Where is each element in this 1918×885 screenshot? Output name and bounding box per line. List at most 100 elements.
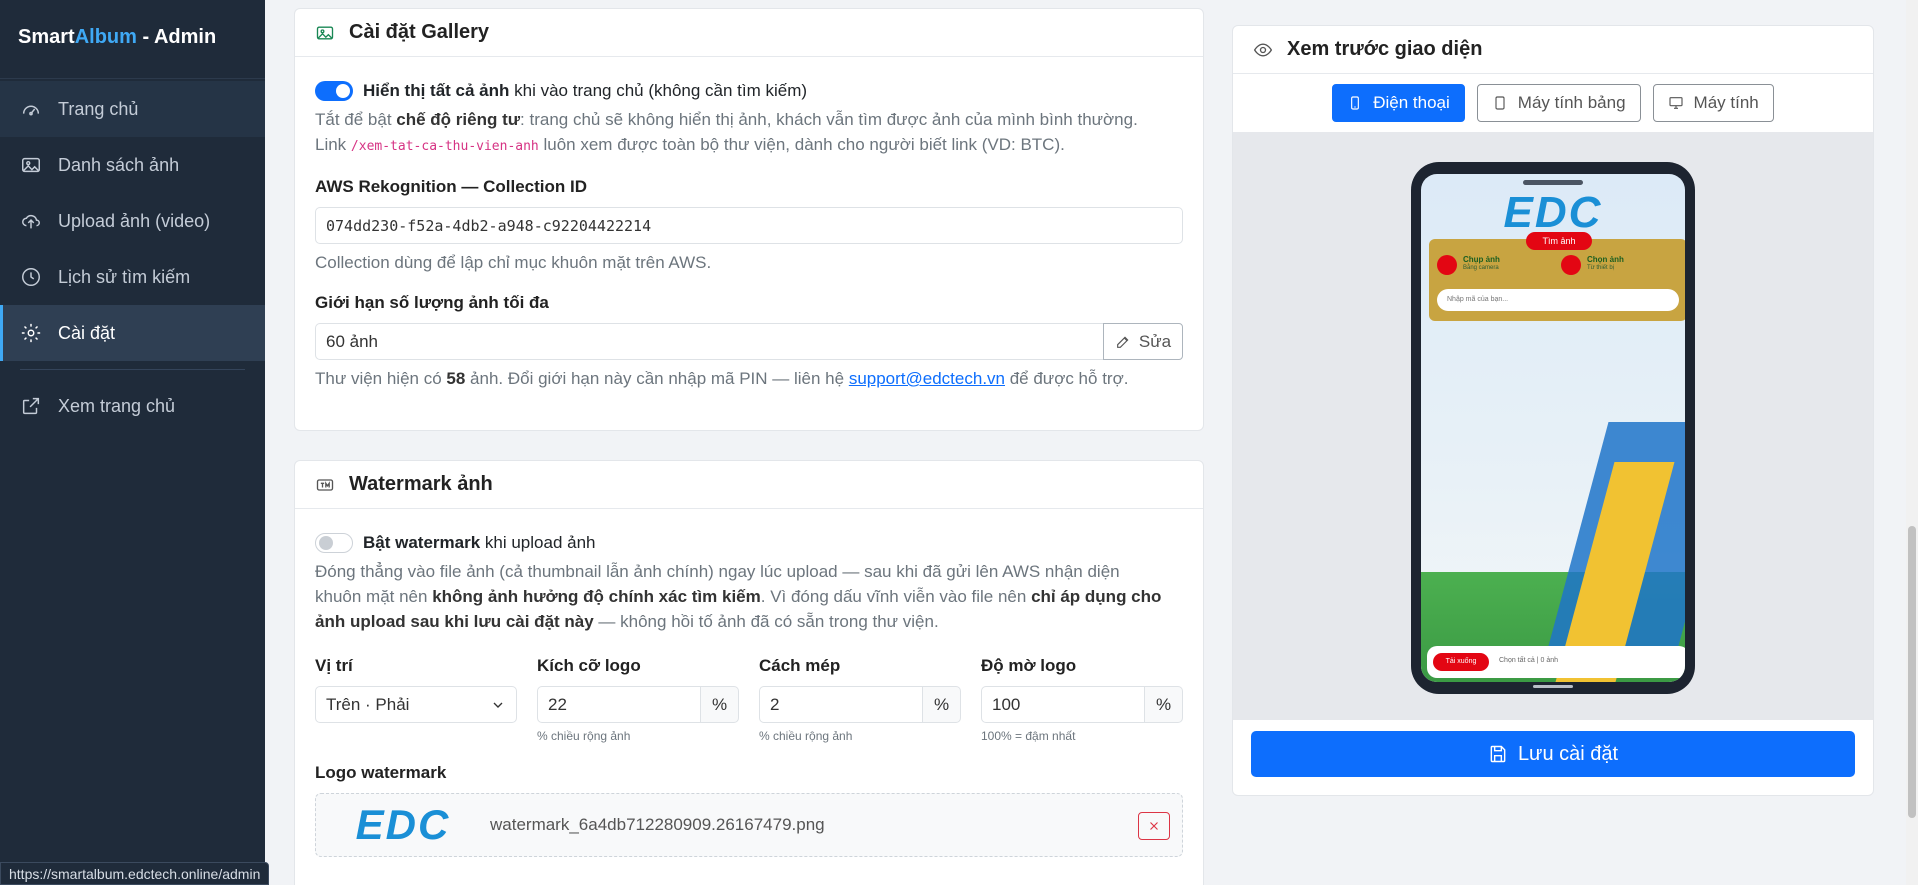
sidebar-nav: Trang chủ Danh sách ảnh Upload ảnh (vide…	[0, 79, 265, 434]
phone-screen: EDC Chụp ảnh Bằng camera Chọn ảnh Từ thi…	[1421, 174, 1685, 682]
phone-search-pill: Tìm ảnh	[1526, 232, 1592, 250]
sidebar-item-dashboard[interactable]: Trang chủ	[0, 81, 265, 137]
tab-label: Máy tính bảng	[1517, 93, 1626, 112]
aws-collection-value: 074dd230-f52a-4db2-a948-c92204422214	[326, 216, 652, 235]
margin-help: % chiều rộng ảnh	[759, 729, 853, 743]
eye-icon	[1253, 40, 1273, 60]
sidebar-item-view-home[interactable]: Xem trang chủ	[0, 378, 265, 434]
tab-tablet[interactable]: Máy tính bảng	[1476, 84, 1641, 122]
remove-logo-button[interactable]	[1138, 812, 1170, 840]
save-icon	[1490, 745, 1506, 763]
sidebar-item-label: Cài đặt	[58, 322, 116, 343]
size-input-group: 22 %	[537, 686, 739, 723]
photo-limit-input[interactable]: 60 ảnh	[315, 323, 1103, 360]
dashboard-icon	[20, 98, 42, 120]
position-field: Vị trí Trên · Phải	[315, 656, 517, 743]
opacity-field: Độ mờ logo 100 % 100% = đậm nhất	[981, 656, 1183, 743]
brand-text: Smart	[18, 26, 75, 48]
sidebar-item-label: Lịch sử tìm kiếm	[58, 266, 191, 287]
opacity-value: 100	[992, 694, 1021, 714]
preview-card: Xem trước giao diện Điện thoại Máy tính …	[1232, 25, 1874, 796]
sidebar-item-label: Upload ảnh (video)	[58, 210, 211, 231]
help-text: Đóng thẳng vào file ảnh (cả thumbnail lẫ…	[315, 562, 1120, 581]
external-link-icon	[20, 395, 42, 417]
help-bold: chỉ áp dụng cho	[1031, 587, 1162, 606]
opacity-input[interactable]: 100	[981, 686, 1145, 723]
sidebar-item-settings[interactable]: Cài đặt	[0, 305, 265, 361]
watermark-settings-card: Watermark ảnh Bật watermark khi upload ả…	[294, 460, 1204, 885]
tab-desktop[interactable]: Máy tính	[1652, 84, 1774, 122]
image-icon	[20, 154, 42, 176]
page-scrollbar[interactable]	[1906, 0, 1918, 885]
card-title: Cài đặt Gallery	[349, 21, 490, 43]
brand-logo[interactable]: SmartAlbum - Admin	[0, 0, 265, 79]
unit-label: %	[933, 694, 950, 714]
photo-count: 58	[446, 369, 466, 388]
aws-collection-label: AWS Rekognition — Collection ID	[315, 177, 587, 196]
gallery-settings-card: Cài đặt Gallery Hiển thị tất cả ảnh khi …	[294, 8, 1204, 431]
aws-collection-input[interactable]: 074dd230-f52a-4db2-a948-c92204422214	[315, 207, 1183, 244]
sidebar-item-photos[interactable]: Danh sách ảnh	[0, 137, 265, 193]
toggle-label-rest: khi vào trang chủ (không cần tìm kiếm)	[509, 81, 808, 100]
help-text: ảnh. Đổi giới hạn này cần nhập mã PIN — …	[465, 369, 849, 388]
privacy-help: Tắt để bật chế độ riêng tư: trang chủ sẽ…	[315, 107, 1183, 159]
card-title: Watermark ảnh	[349, 473, 493, 495]
position-value: Trên · Phải	[326, 694, 410, 714]
phone-notch	[1523, 180, 1583, 185]
help-text: — không hồi tố ảnh đã có sẵn trong thư v…	[593, 612, 939, 631]
phone-code-input: Nhập mã của bạn...	[1437, 289, 1679, 311]
help-bold: ảnh upload sau khi lưu cài đặt này	[315, 612, 594, 631]
watermark-options-row: Vị trí Trên · Phải Kích cỡ logo 22 % % c…	[315, 656, 1183, 743]
save-settings-label: Lưu cài đặt	[1517, 742, 1619, 765]
save-settings-button[interactable]: Lưu cài đặt	[1251, 731, 1855, 777]
tablet-icon	[1495, 96, 1505, 110]
device-tabs: Điện thoại Máy tính bảng Máy tính	[1233, 84, 1873, 122]
help-text: Tắt để bật	[315, 110, 397, 129]
phone-search-panel: Chụp ảnh Bằng camera Chọn ảnh Từ thiết b…	[1429, 239, 1685, 321]
opacity-unit: %	[1145, 686, 1183, 723]
photo-limit-label: Giới hạn số lượng ảnh tối đa	[315, 293, 549, 312]
position-label: Vị trí	[315, 656, 353, 675]
size-unit: %	[701, 686, 739, 723]
margin-input[interactable]: 2	[759, 686, 923, 723]
size-value: 22	[548, 694, 567, 714]
take-photo-title: Chụp ảnh	[1463, 255, 1500, 264]
camera-icon	[1437, 255, 1457, 275]
opacity-label: Độ mờ logo	[981, 656, 1077, 675]
size-help: % chiều rộng ảnh	[537, 729, 631, 743]
toggle-label-rest: khi upload ảnh	[480, 533, 596, 552]
size-input[interactable]: 22	[537, 686, 701, 723]
brand-suffix: - Admin	[136, 26, 217, 48]
phone-icon	[1351, 96, 1360, 110]
gear-icon	[20, 322, 42, 344]
sidebar-item-history[interactable]: Lịch sử tìm kiếm	[0, 249, 265, 305]
watermark-toggle-row: Bật watermark khi upload ảnh	[315, 533, 1183, 553]
position-select[interactable]: Trên · Phải	[315, 686, 517, 723]
edit-limit-button[interactable]: Sửa	[1103, 323, 1183, 360]
watermark-toggle[interactable]	[315, 533, 353, 553]
sidebar-item-upload[interactable]: Upload ảnh (video)	[0, 193, 265, 249]
margin-unit: %	[923, 686, 961, 723]
status-url: https://smartalbum.edctech.online/admin	[0, 862, 270, 885]
toggle-label-bold: Hiển thị tất cả ảnh	[363, 81, 510, 100]
toggle-label: Hiển thị tất cả ảnh khi vào trang chủ (k…	[363, 81, 807, 101]
show-all-toggle[interactable]	[315, 81, 353, 101]
aws-collection-help: Collection dùng để lập chỉ mục khuôn mặt…	[315, 253, 712, 272]
tab-phone[interactable]: Điện thoại	[1332, 84, 1465, 122]
all-photos-link-code: /xem-tat-ca-thu-vien-anh	[350, 139, 539, 154]
logo-watermark-box: EDC watermark_6a4db712280909.26167479.pn…	[315, 793, 1183, 857]
card-header: Watermark ảnh	[295, 461, 1203, 509]
margin-value: 2	[770, 694, 780, 714]
sidebar: SmartAlbum - Admin Trang chủ Danh sách ả…	[0, 0, 265, 885]
card-header: Cài đặt Gallery	[295, 9, 1203, 57]
support-email-link[interactable]: support@edctech.vn	[849, 369, 1005, 388]
logo-watermark-label: Logo watermark	[315, 763, 447, 782]
scrollbar-thumb[interactable]	[1908, 526, 1916, 818]
margin-input-group: 2 %	[759, 686, 961, 723]
size-label: Kích cỡ logo	[537, 656, 641, 675]
phone-logo: EDC	[1503, 188, 1603, 237]
help-text: : trang chủ sẽ không hiển thị ảnh, khách…	[520, 110, 1138, 129]
margin-label: Cách mép	[759, 656, 841, 675]
help-text: luôn xem được toàn bộ thư viện, dành cho…	[538, 135, 1065, 154]
edit-limit-label: Sửa	[1138, 331, 1172, 351]
